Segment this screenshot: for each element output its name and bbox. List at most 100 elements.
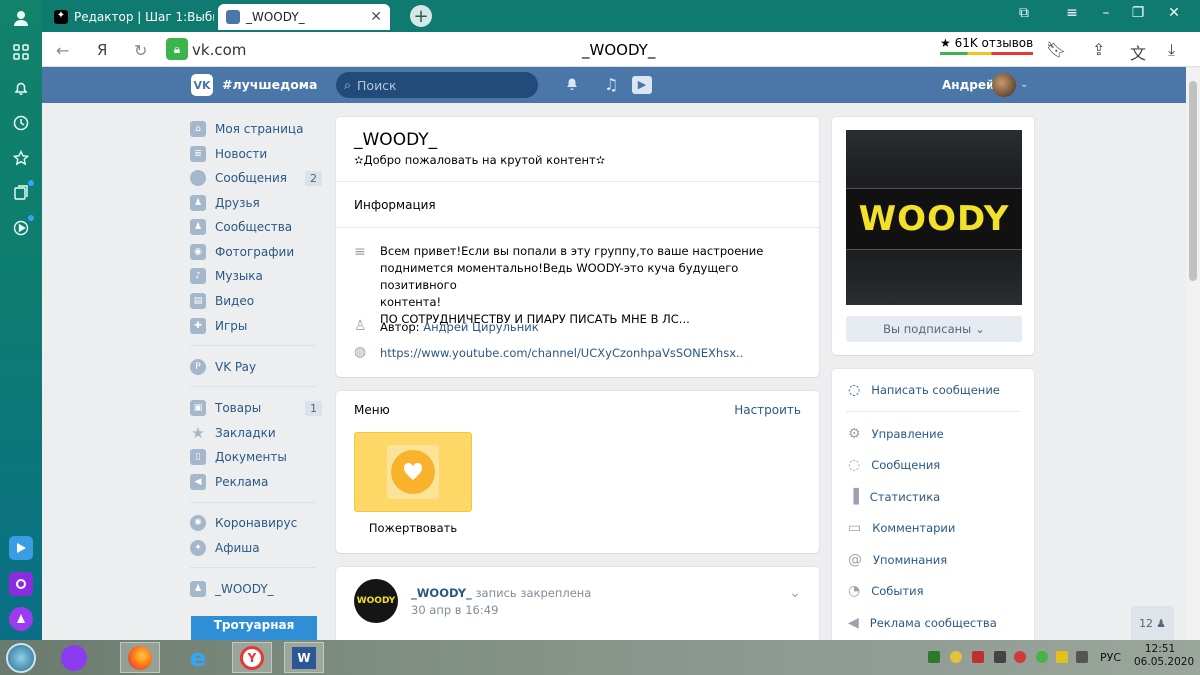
action-stats[interactable]: ▐ Статистика — [848, 489, 940, 505]
tray-icon[interactable] — [972, 651, 984, 663]
group-name: _WOODY_ — [354, 130, 438, 150]
vk-brand-hashtag[interactable]: #лучшедома — [222, 77, 317, 92]
close-window-icon[interactable]: ✕ — [1160, 5, 1188, 21]
music-app-icon[interactable] — [9, 572, 33, 596]
user-name[interactable]: Андрей — [942, 78, 994, 92]
vk-logo[interactable]: VK — [191, 74, 213, 96]
bookmark-icon[interactable]: 🔖︎ — [1046, 40, 1066, 59]
ie-taskbar-icon[interactable]: e — [178, 642, 218, 673]
tray-icon[interactable] — [1036, 651, 1048, 663]
alice-taskbar-icon[interactable] — [54, 642, 94, 673]
action-ads[interactable]: ◀ Реклама сообщества — [848, 615, 997, 631]
sidebar-item-my-page[interactable]: ⌂ Моя страница — [190, 117, 322, 141]
author-link[interactable]: Андрей Цирульник — [423, 320, 538, 334]
translate-icon[interactable]: 文 — [1130, 40, 1146, 64]
yandex-icon[interactable]: Я — [97, 41, 107, 59]
sidebar-item-label: Закладки — [215, 426, 276, 440]
zen-app-icon[interactable] — [9, 536, 33, 560]
group-cover-image[interactable]: WOODY — [846, 130, 1022, 305]
clock-icon[interactable] — [9, 111, 33, 135]
sidebar-item-documents[interactable]: ▯ Документы — [190, 445, 322, 469]
reviews-badge[interactable]: ★ 61K отзывов — [940, 36, 1034, 55]
new-tab-button[interactable]: + — [410, 5, 432, 27]
post-author[interactable]: _WOODY_ — [411, 586, 472, 600]
minimize-icon[interactable]: – — [1092, 5, 1120, 21]
word-taskbar-icon[interactable]: W — [284, 642, 324, 673]
url-domain[interactable]: vk.com — [192, 41, 246, 59]
post-avatar[interactable]: WOODY — [354, 579, 398, 623]
tray-icon[interactable] — [950, 651, 962, 663]
sidebar-item-communities[interactable]: ♟ Сообщества — [190, 215, 322, 239]
firefox-taskbar-icon[interactable] — [120, 642, 160, 673]
ad-banner[interactable]: Тротуарная — [191, 616, 317, 640]
sidebar-item-games[interactable]: ✚ Игры — [190, 314, 322, 338]
author-row: Автор: Андрей Цирульник — [380, 320, 539, 334]
network-icon[interactable] — [1076, 651, 1088, 663]
sidebar-item-vkpay[interactable]: P VK Pay — [190, 355, 322, 379]
video-player-icon[interactable]: ▶ — [632, 76, 652, 94]
ad-banner-text: Тротуарная — [213, 618, 295, 632]
reload-icon[interactable]: ↻ — [134, 41, 147, 60]
search-input[interactable]: ⌕ Поиск — [336, 72, 538, 98]
page-scrollbar[interactable] — [1186, 67, 1200, 640]
tray-icon[interactable] — [1014, 651, 1026, 663]
back-icon[interactable]: ← — [56, 41, 69, 60]
tab-editor[interactable]: ✦ Редактор | Шаг 1:Выбирае — [46, 4, 214, 30]
post-date[interactable]: 30 апр в 16:49 — [411, 603, 498, 617]
tray-icon[interactable] — [1056, 651, 1068, 663]
write-message-button[interactable]: ◌ Написать сообщение — [848, 382, 1000, 398]
action-manage[interactable]: ⚙ Управление — [848, 426, 944, 442]
tray-icon[interactable] — [928, 651, 940, 663]
sidebar-item-group[interactable]: ♟ _WOODY_ — [190, 577, 322, 601]
sidebar-item-messages[interactable]: Сообщения 2 — [190, 166, 322, 190]
chevron-down-icon[interactable]: ⌄ — [1020, 79, 1028, 90]
sidebar-item-coronavirus[interactable]: ✺ Коронавирус — [190, 511, 322, 535]
action-messages[interactable]: ◌ Сообщения — [848, 457, 940, 473]
menu-icon[interactable]: ≡ — [1058, 5, 1086, 21]
bell-icon[interactable] — [9, 76, 33, 100]
language-indicator[interactable]: РУС — [1100, 651, 1121, 664]
sidebar-item-afisha[interactable]: ✦ Афиша — [190, 536, 322, 560]
lock-icon[interactable]: 🔒︎ — [166, 38, 188, 60]
profile-icon[interactable] — [9, 6, 33, 30]
tab-woody[interactable]: _WOODY_ ✕ — [218, 4, 390, 30]
alice-icon[interactable] — [9, 607, 33, 631]
scrollbar-thumb[interactable] — [1189, 81, 1197, 281]
action-mentions[interactable]: @ Упоминания — [848, 552, 947, 568]
clock[interactable]: 12:51 06.05.2020 — [1134, 643, 1194, 669]
configure-link[interactable]: Настроить — [734, 403, 801, 417]
cloud-upload-icon[interactable]: ⇪ — [1092, 40, 1105, 59]
yandex-browser-taskbar-icon[interactable]: Y — [232, 642, 272, 673]
downloads-icon[interactable]: ⤓ — [1168, 40, 1175, 60]
start-button[interactable] — [2, 642, 40, 673]
close-tab-icon[interactable]: ✕ — [370, 9, 382, 25]
star-icon[interactable] — [9, 146, 33, 170]
donate-tile[interactable] — [354, 432, 472, 512]
sidebar-item-video[interactable]: ▤ Видео — [190, 289, 322, 313]
user-avatar[interactable] — [992, 73, 1016, 97]
sidebar-item-news[interactable]: ≣ Новости — [190, 142, 322, 166]
sidebar-item-label: Видео — [215, 294, 255, 308]
donate-label[interactable]: Пожертвовать — [354, 521, 472, 535]
sidebar-item-friends[interactable]: ♟ Друзья — [190, 191, 322, 215]
sidebar-item-music[interactable]: ♪ Музыка — [190, 264, 322, 288]
tab-manager-icon[interactable]: ⧉ — [1010, 5, 1038, 21]
search-placeholder: Поиск — [357, 77, 397, 93]
action-comments[interactable]: ▭ Комментарии — [848, 520, 955, 536]
sidebar-item-bookmarks[interactable]: ★ Закладки — [190, 421, 322, 445]
music-note-icon[interactable]: ♫ — [604, 75, 618, 94]
youtube-link[interactable]: https://www.youtube.com/channel/UCXyCzon… — [380, 346, 743, 360]
tab-label: _WOODY_ — [246, 10, 305, 24]
sidebar-item-photos[interactable]: ◉ Фотографии — [190, 240, 322, 264]
apps-grid-icon[interactable] — [9, 40, 33, 64]
sidebar-item-goods[interactable]: ▣ Товары 1 — [190, 396, 322, 420]
volume-icon[interactable] — [994, 651, 1006, 663]
sidebar-item-ads[interactable]: ◀ Реклама — [190, 470, 322, 494]
chevron-down-icon[interactable]: ⌄ — [789, 585, 801, 601]
subscribed-button[interactable]: Вы подписаны ⌄ — [846, 316, 1022, 342]
action-events[interactable]: ◔ События — [848, 583, 924, 599]
online-friends-counter[interactable]: 12 ♟ — [1131, 606, 1174, 640]
notifications-bell-icon[interactable] — [564, 75, 580, 95]
restore-icon[interactable]: ❐ — [1124, 5, 1152, 21]
info-tab[interactable]: Информация — [354, 198, 436, 212]
